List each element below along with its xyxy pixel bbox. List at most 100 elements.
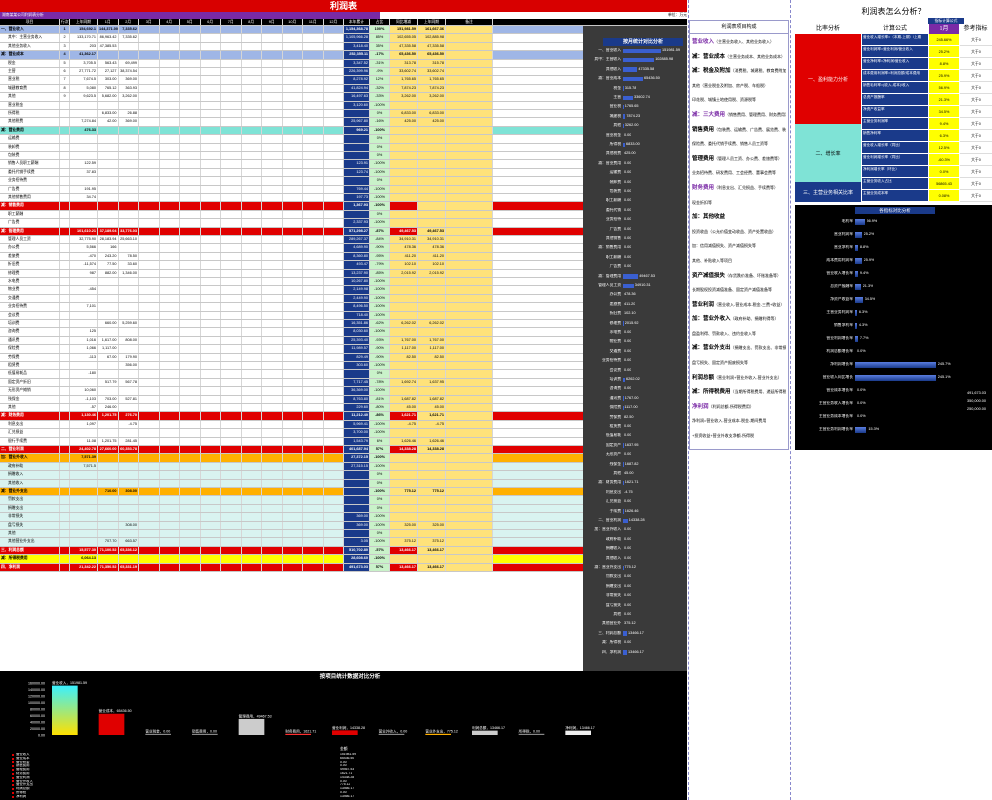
table-cell: 13,466.17 xyxy=(390,546,418,555)
table-cell-empty xyxy=(221,395,242,403)
chart-bar[interactable] xyxy=(238,718,265,735)
chart-bar[interactable] xyxy=(425,733,451,735)
note-text: （销售费用、管理费用、财务费用） xyxy=(725,111,786,117)
table-cell: 业务招待费 xyxy=(0,303,60,311)
table-cell: 其他 xyxy=(0,530,60,538)
table-cell-empty xyxy=(262,496,283,504)
table-cell xyxy=(60,194,70,202)
table-cell-empty xyxy=(242,370,262,378)
table-cell: -100% xyxy=(370,328,390,336)
table-cell: 6% xyxy=(370,437,390,445)
table-cell: 27,127 xyxy=(98,68,119,76)
table-cell-empty xyxy=(242,412,262,420)
chart-bar[interactable] xyxy=(518,733,545,735)
table-cell-empty xyxy=(201,303,221,311)
chart-bar[interactable] xyxy=(565,730,591,735)
table-cell-empty xyxy=(324,210,344,219)
table-cell: 86,963.42 xyxy=(98,34,119,42)
table-cell-empty xyxy=(139,68,160,76)
table-cell xyxy=(418,530,446,538)
chart-bar[interactable] xyxy=(192,733,218,735)
table-cell: 委托代销手续费 xyxy=(0,168,60,177)
table-cell: 25,663.10 xyxy=(119,236,139,244)
chart-bar[interactable] xyxy=(378,733,405,735)
table-cell-empty xyxy=(262,471,283,479)
table-cell-empty xyxy=(324,152,344,160)
legend-swatch xyxy=(12,761,14,764)
table-cell-empty xyxy=(262,504,283,513)
table-cell xyxy=(60,530,70,538)
table-cell-empty xyxy=(324,101,344,109)
table-cell-empty xyxy=(242,446,262,454)
chart-bar[interactable] xyxy=(332,730,358,735)
chart-bar[interactable] xyxy=(52,685,78,735)
table-cell-empty xyxy=(180,420,201,429)
table-cell-empty xyxy=(262,521,283,529)
table-cell-empty xyxy=(242,143,262,151)
table-cell-empty xyxy=(324,68,344,76)
group-profitability: 一、盈利能力分析 xyxy=(795,34,861,124)
table-cell-empty xyxy=(201,194,221,202)
chart-bar[interactable] xyxy=(145,733,171,735)
table-cell-empty xyxy=(303,210,324,219)
table-cell: 123.91 xyxy=(344,160,370,168)
legend-swatch xyxy=(12,795,14,798)
table-cell: 减：销售费用 xyxy=(0,202,60,210)
chart-bar[interactable] xyxy=(285,733,311,735)
table-cell: 广告费 xyxy=(0,219,60,227)
table-cell-empty xyxy=(242,26,262,34)
table-cell xyxy=(418,370,446,378)
table-cell-empty xyxy=(221,404,242,412)
table-cell: 其他 xyxy=(0,404,60,412)
table-cell-empty xyxy=(324,194,344,202)
note-head: 减：营业成本 xyxy=(692,53,726,60)
table-cell: -470 xyxy=(70,252,98,261)
group-growth: 二、增长率 xyxy=(795,124,861,182)
table-cell-empty xyxy=(283,429,303,437)
note-text: 长期股权投资减值准备、固定资产减值准备等 xyxy=(692,287,772,293)
note-line: 销售费用（包装费、运输费、广告费、展览费、装卸费） xyxy=(692,123,786,138)
metric-label: 营业成本增长率 xyxy=(826,388,853,392)
table-cell: 15,577.30 xyxy=(70,546,98,555)
table-cell xyxy=(418,152,446,160)
table-cell: 1,154,368.78 xyxy=(344,26,370,34)
table-cell xyxy=(60,101,70,109)
table-cell-empty xyxy=(283,84,303,93)
table-cell-empty xyxy=(324,26,344,34)
table-cell xyxy=(70,521,98,529)
table-cell: 703.00 xyxy=(98,395,119,403)
table-cell: 盘亏损失 xyxy=(0,521,60,529)
y-tick-label: 40000.00 xyxy=(30,721,45,725)
table-cell-empty xyxy=(262,84,283,93)
table-cell-empty xyxy=(139,328,160,336)
chart-bar[interactable] xyxy=(98,713,125,735)
metric-bar xyxy=(855,257,862,264)
chart-bar[interactable] xyxy=(472,730,498,735)
table-cell xyxy=(60,462,70,471)
table-cell: 通讯费 xyxy=(0,336,60,345)
table-cell: 6 xyxy=(60,68,70,76)
kpi-value: 0.00 xyxy=(624,546,632,551)
table-cell: -4.75 xyxy=(390,420,418,429)
table-cell-empty xyxy=(262,126,283,135)
note-line: 业务招待费、研发费用、工会经费、董事会费等 xyxy=(692,166,786,181)
table-cell: 179.90 xyxy=(119,353,139,361)
table-cell-empty xyxy=(98,168,119,177)
table-cell: 差旅费 xyxy=(0,252,60,261)
table-cell-empty xyxy=(201,126,221,135)
kpi-label: 交通费 xyxy=(609,348,621,353)
table-cell: 663.57 xyxy=(119,538,139,546)
table-cell-empty xyxy=(201,555,221,563)
table-cell-empty xyxy=(262,387,283,395)
table-cell-empty xyxy=(324,412,344,420)
table-cell: 2,015.92 xyxy=(418,269,446,277)
table-cell-empty xyxy=(180,219,201,227)
formula-reference: 大于0 xyxy=(960,34,992,46)
table-cell-empty xyxy=(242,76,262,84)
table-cell-empty xyxy=(303,479,324,487)
table-cell-empty xyxy=(242,202,262,210)
table-cell xyxy=(390,101,418,109)
table-cell: 0% xyxy=(370,496,390,504)
table-cell-empty xyxy=(119,51,139,59)
table-cell: 829.49 xyxy=(344,353,370,361)
